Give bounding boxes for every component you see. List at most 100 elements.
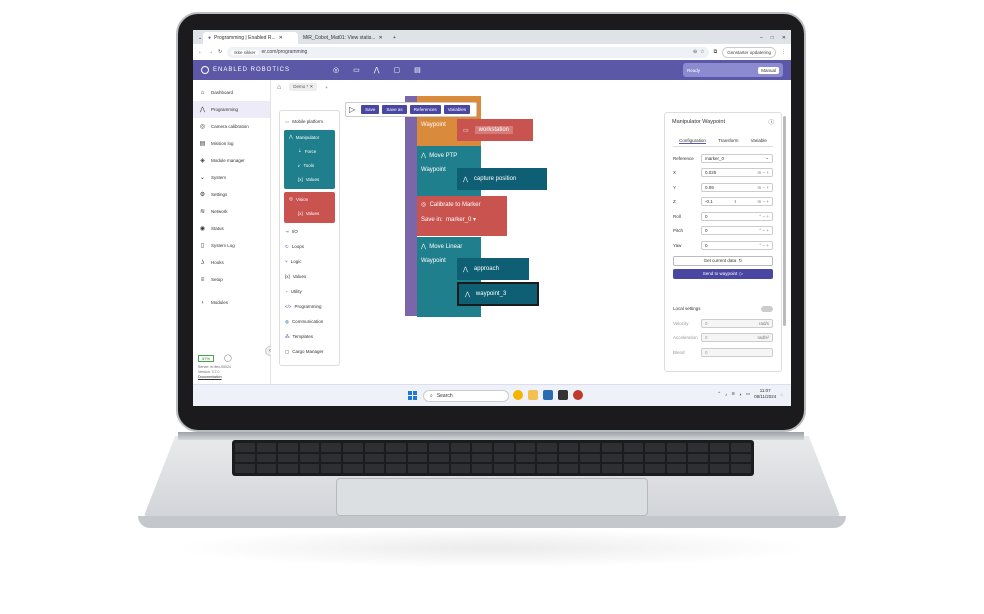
velocity-input[interactable]: 0 rad/s [701,318,773,328]
tab-variable[interactable]: Variable [751,138,767,143]
palette-programming[interactable]: </> Programming [280,299,339,314]
send-to-waypoint-button[interactable]: Send to waypoint ▷ [673,268,773,279]
browser-tab-programming[interactable]: ● Programming | Enabled R... ✕ [203,32,298,44]
browser-tab-mir[interactable]: MiR_Cobot_Mat01: View statis... ✕ [298,32,388,44]
stepper-icon[interactable]: − + [762,185,769,190]
sidebar-item-module-manager[interactable]: ◈ Module manager [193,152,270,169]
workstation-block[interactable]: ▭ workstation [457,119,533,141]
save-button[interactable]: Save [361,105,380,114]
sidebar-item-status[interactable]: ◉ Status [193,220,270,237]
palette-mobile-platform[interactable]: ▭ Mobile platform [280,114,339,129]
stepper-icon[interactable]: − + [762,214,769,219]
camera-icon[interactable]: ◎ [333,66,339,74]
close-icon[interactable]: ✕ [378,35,382,41]
calibrate-marker-block[interactable]: ◎ Calibrate to Marker Save in: marker_0 … [417,196,507,236]
pitch-input[interactable]: 0 ° − + [701,226,773,236]
palette-manipulator[interactable]: ⋀ Manipulator [284,130,335,144]
sidebar-item-network[interactable]: ≋ Network [193,203,270,220]
program-spine-block[interactable] [405,96,417,316]
tab-list-icon[interactable]: ⌄ [193,32,203,44]
dropdown-arrow-icon[interactable]: ▾ [473,217,476,223]
roll-input[interactable]: 0 ° − + [701,211,773,221]
document-icon[interactable]: ▤ [414,66,421,74]
palette-manipulator-values[interactable]: [x] Values [284,172,335,186]
new-tab-button[interactable]: + [388,32,401,44]
app-icon[interactable] [573,390,583,400]
minimize-icon[interactable]: – [760,35,763,41]
palette-tools[interactable]: ⩗ Tools [284,158,335,172]
sidebar-item-system[interactable]: ⌄ System [193,169,270,186]
zoom-icon[interactable]: ⊖ [693,49,697,55]
palette-cargo-manager[interactable]: ▢ Cargo Manager [280,344,339,359]
chrome-icon[interactable] [513,390,523,400]
palette-logic[interactable]: ⑂ Logic [280,254,339,269]
speaker-icon[interactable]: ◖ [739,392,742,397]
sidebar-item-hooks[interactable]: ʖ Hooks [193,254,270,271]
palette-templates[interactable]: ⁂ Templates [280,329,339,344]
blend-input[interactable]: 0 [701,347,773,357]
tab-transform[interactable]: Transform [718,138,738,143]
tab-configuration[interactable]: Configuration [679,138,706,144]
wifi-icon[interactable]: ≋ [731,391,735,397]
sidebar-item-system-log[interactable]: ▯ System Log [193,237,270,254]
monitor-icon[interactable]: ▢ [393,66,400,74]
close-icon[interactable]: ✕ [310,84,314,89]
notification-icon[interactable]: ◌ [780,392,783,397]
get-current-data-button[interactable]: Get current data ↻ [673,255,773,266]
documentation-link[interactable]: Documentation [198,375,232,380]
z-input[interactable]: -0.1 Im − + [701,197,773,207]
sidebar-item-dashboard[interactable]: ⌂ Dashboard [193,84,270,101]
capture-position-block[interactable]: ⋀ capture position [457,168,547,190]
palette-io[interactable]: ⇥ I/O [280,224,339,239]
yaw-input[interactable]: 0 ° − + [701,240,773,250]
palette-vision-values[interactable]: [x] Values [284,206,335,220]
home-icon[interactable]: ⌂ [277,84,281,91]
variables-button[interactable]: Variables [443,105,471,114]
approach-block[interactable]: ⋀ approach [457,258,529,280]
maximize-icon[interactable]: □ [771,35,774,41]
update-button[interactable]: Genstarter opdatering [722,46,776,58]
help-icon[interactable]: ⓘ [768,118,774,126]
sidebar-item-mission-log[interactable]: ▤ Mission log [193,135,270,152]
app-icon[interactable] [543,390,553,400]
sidebar-item-setup[interactable]: ≡ Setup [193,271,270,288]
extensions-icon[interactable]: ⧉ [714,49,718,55]
user-icon[interactable]: ◯ [224,355,232,362]
sidebar-item-modules[interactable]: › Modules [193,294,270,311]
sidebar-item-camera-calibration[interactable]: ◎ Camera calibration [193,118,270,135]
url-bar[interactable]: Ikke sikker er.com/programming ⊖ ☆ [227,46,709,58]
battery-icon[interactable]: ▭ [746,391,750,397]
stepper-icon[interactable]: − + [762,199,769,204]
file-explorer-icon[interactable] [528,390,538,400]
menu-icon[interactable]: ⋮ [781,49,786,55]
security-badge[interactable]: Ikke sikker [231,49,259,55]
sidebar-item-programming[interactable]: ⋀ Programming [193,101,270,118]
sidebar-item-settings[interactable]: ⚙ Settings [193,186,270,203]
add-program-icon[interactable]: + [325,85,328,90]
y-input[interactable]: 0.09 m − + [701,182,773,192]
stepper-icon[interactable]: − + [762,170,769,175]
forward-icon[interactable]: → [208,49,213,55]
palette-loops[interactable]: ↻ Loops [280,239,339,254]
manual-mode-button[interactable]: Manual [758,66,779,74]
chevron-up-icon[interactable]: ⌃ [717,391,721,397]
close-window-icon[interactable]: ✕ [782,35,786,41]
back-icon[interactable]: ← [198,49,203,55]
close-icon[interactable]: ✕ [279,35,283,41]
local-settings-toggle[interactable] [761,305,773,312]
references-button[interactable]: References [409,105,441,114]
save-as-button[interactable]: Save as [382,105,407,114]
robot-arm-icon[interactable]: ⋀ [374,66,380,74]
terminal-icon[interactable] [558,390,568,400]
taskbar-clock[interactable]: 11:07 08/11/2024 [754,388,776,400]
taskbar-search[interactable]: ⌕ Search [423,390,509,402]
stepper-icon[interactable]: − + [762,243,769,248]
marker-dropdown[interactable]: marker_0 [446,217,471,223]
palette-values[interactable]: [x] Values [280,269,339,284]
palette-vision[interactable]: ◎ Vision [284,192,335,206]
palette-force[interactable]: ⇣ Force [284,144,335,158]
palette-utility[interactable]: ◔ Utility [280,284,339,299]
mic-icon[interactable]: ♪ [725,392,727,397]
platform-icon[interactable]: ▭ [353,66,360,74]
x-input[interactable]: 0.025 m − + [701,168,773,178]
